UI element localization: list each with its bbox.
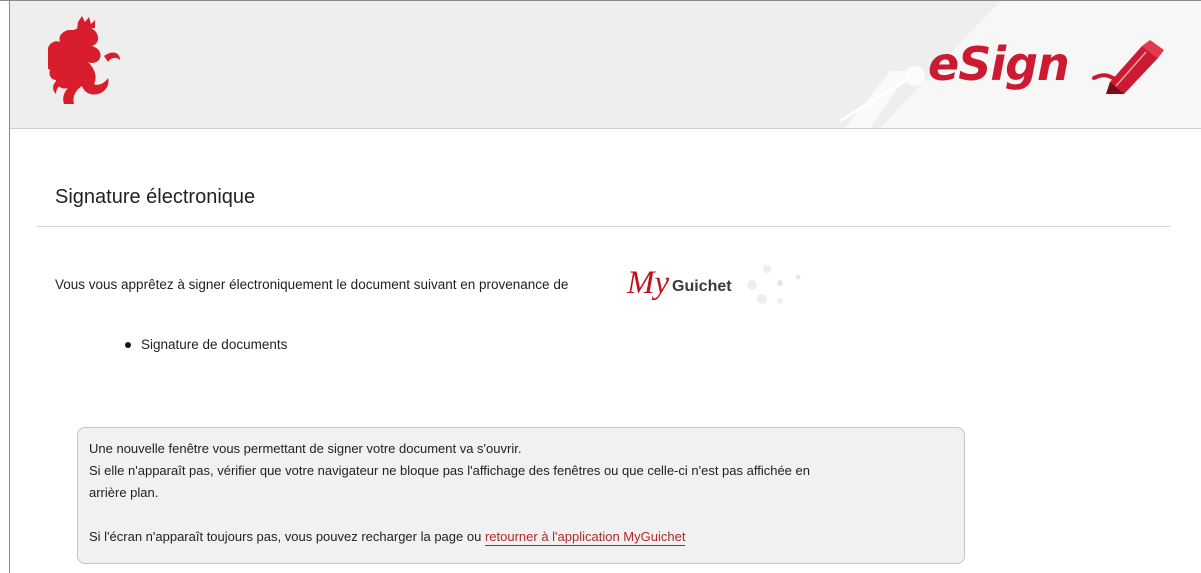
myguichet-logo-my: My bbox=[627, 265, 670, 301]
title-divider bbox=[37, 226, 1170, 227]
info-reload-line: Si l'écran n'apparaît toujours pas, vous… bbox=[89, 526, 964, 548]
bullet-icon bbox=[125, 342, 131, 348]
info-line: arrière plan. bbox=[89, 485, 159, 500]
list-item: Signature de documents bbox=[124, 337, 287, 352]
return-to-myguichet-link[interactable]: retourner à l'application MyGuichet bbox=[484, 529, 686, 546]
page-title: Signature électronique bbox=[55, 186, 256, 208]
info-line: Si elle n'apparaît pas, vérifier que vot… bbox=[89, 463, 810, 478]
site-header: eSign bbox=[10, 1, 1201, 129]
intro-text: Vous vous apprêtez à signer électronique… bbox=[55, 277, 569, 292]
pen-icon bbox=[1092, 40, 1164, 94]
esign-logo-text: eSign bbox=[928, 37, 1070, 91]
document-list: Signature de documents bbox=[124, 337, 287, 352]
lion-icon bbox=[48, 16, 120, 104]
info-box: Une nouvelle fenêtre vous permettant de … bbox=[77, 427, 965, 564]
info-line: Une nouvelle fenêtre vous permettant de … bbox=[89, 441, 522, 456]
document-name: Signature de documents bbox=[141, 337, 288, 352]
info-reload-text: Si l'écran n'apparaît toujours pas, vous… bbox=[89, 529, 482, 544]
myguichet-dots-decoration bbox=[747, 265, 801, 304]
